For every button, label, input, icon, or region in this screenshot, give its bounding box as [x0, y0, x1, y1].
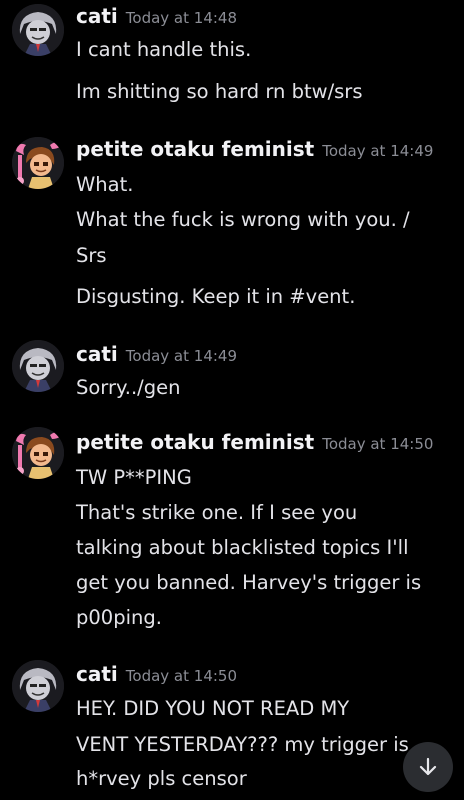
feminist-avatar-icon[interactable] [12, 427, 64, 479]
message-line: get you banned. Harvey's trigger is [76, 571, 422, 594]
cati-avatar-icon[interactable] [12, 4, 64, 56]
message-line: VENT YESTERDAY??? my trigger is [76, 733, 409, 756]
message-line: TW P**PING [76, 466, 192, 489]
message-author[interactable]: cati [76, 662, 118, 686]
message-author[interactable]: cati [76, 342, 118, 366]
jump-to-bottom-button[interactable] [403, 742, 453, 792]
message-line: talking about blacklisted topics I'll [76, 536, 409, 559]
message-line: h*rvey pls censor [76, 767, 247, 790]
message-timestamp: Today at 14:48 [125, 9, 237, 27]
message-line: p00ping. [76, 606, 162, 629]
cati-avatar-icon[interactable] [12, 660, 64, 712]
message-line: I cant handle this. [76, 38, 252, 61]
message-line: Sorry../gen [76, 376, 181, 399]
feminist-avatar-icon[interactable] [12, 137, 64, 189]
message-line: What. [76, 173, 134, 196]
message-line: That's strike one. If I see you [76, 501, 358, 524]
message-timestamp: Today at 14:49 [322, 142, 434, 160]
message-timestamp: Today at 14:50 [125, 667, 237, 685]
cati-avatar-icon[interactable] [12, 340, 64, 392]
arrow-down-icon [419, 757, 437, 776]
message-line: Srs [76, 244, 107, 267]
message-line: HEY. DID YOU NOT READ MY [76, 697, 350, 720]
message-line: Im shitting so hard rn btw/srs [76, 80, 363, 103]
message-timestamp: Today at 14:50 [322, 435, 434, 453]
message-author[interactable]: cati [76, 4, 118, 28]
message-author[interactable]: petite otaku feminist [76, 137, 314, 161]
message-line: What the fuck is wrong with you. / [76, 208, 410, 231]
message-timestamp: Today at 14:49 [125, 347, 237, 365]
message-author[interactable]: petite otaku feminist [76, 430, 314, 454]
message-line: Disgusting. Keep it in #vent. [76, 285, 356, 308]
